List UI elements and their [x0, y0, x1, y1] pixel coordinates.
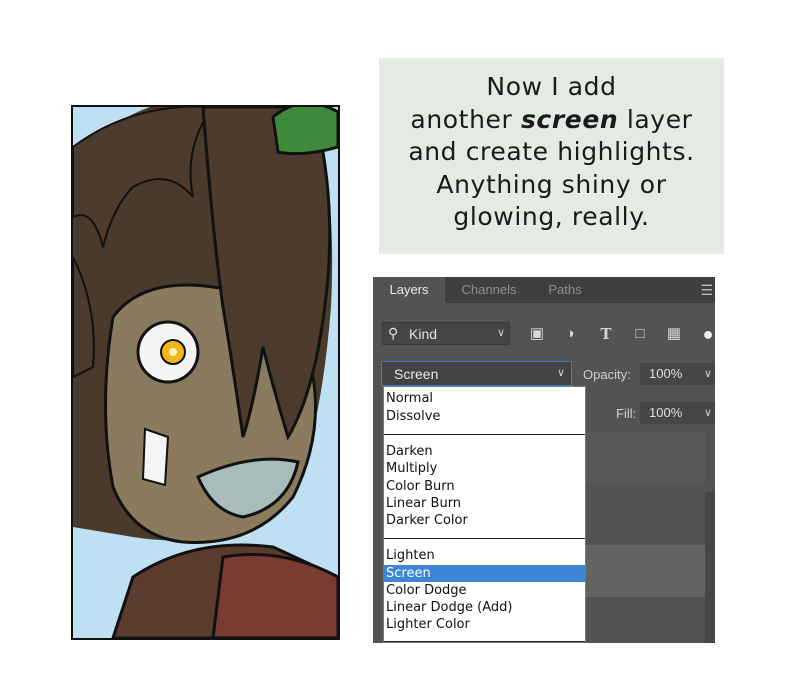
menu-separator — [384, 641, 585, 642]
tab-paths[interactable]: Paths — [533, 277, 597, 303]
adjustment-icon[interactable]: ◑ — [561, 325, 579, 343]
menu-item-lighten[interactable]: Lighten — [384, 547, 585, 564]
filter-kind-label: Kind — [409, 326, 438, 342]
chevron-down-icon: ∨ — [496, 327, 505, 339]
menu-item-normal[interactable]: Normal — [384, 390, 585, 407]
filter-kind-dropdown[interactable]: ⚲ Kind ∨ — [382, 322, 510, 345]
tab-channels[interactable]: Channels — [446, 277, 532, 303]
chevron-down-icon: ∨ — [556, 367, 565, 379]
image-icon[interactable]: ▣ — [528, 325, 546, 343]
chevron-down-icon: ∨ — [703, 368, 712, 380]
caption-line-5: glowing, really. — [453, 202, 650, 232]
menu-item-darker-color[interactable]: Darker Color — [384, 512, 585, 529]
menu-separator — [384, 538, 585, 539]
chevron-down-icon: ∨ — [703, 407, 712, 419]
caption-box: Now I add another screen layer and creat… — [379, 58, 724, 254]
smart-object-icon[interactable]: ▦ — [665, 325, 683, 343]
shape-icon[interactable]: □ — [631, 325, 649, 343]
layers-scrollbar[interactable] — [705, 492, 715, 643]
menu-item-color-dodge[interactable]: Color Dodge — [384, 582, 585, 599]
menu-item-dissolve[interactable]: Dissolve — [384, 408, 585, 425]
caption-line-4: Anything shiny or — [436, 169, 667, 199]
menu-separator — [384, 434, 585, 435]
caption-line-2: another screen layer — [410, 104, 693, 134]
fill-label: Fill: — [616, 406, 637, 421]
search-icon: ⚲ — [388, 325, 399, 341]
menu-item-screen[interactable]: Screen — [384, 565, 585, 582]
panel-menu-icon[interactable]: ☰ — [700, 283, 713, 297]
fill-value: 100% — [649, 405, 683, 420]
opacity-value: 100% — [649, 366, 683, 381]
menu-item-multiply[interactable]: Multiply — [384, 460, 585, 477]
blend-mode-value: Screen — [394, 366, 439, 382]
fill-input[interactable]: 100% ∨ — [640, 402, 715, 424]
menu-item-darken[interactable]: Darken — [384, 443, 585, 460]
caption-emphasis: screen — [520, 104, 619, 134]
caption-line-1: Now I add — [486, 72, 617, 101]
character-illustration — [73, 107, 338, 638]
tab-layers[interactable]: Layers — [373, 277, 445, 303]
menu-item-lighter-color[interactable]: Lighter Color — [384, 616, 585, 633]
menu-item-linear-dodge[interactable]: Linear Dodge (Add) — [384, 599, 585, 616]
menu-item-linear-burn[interactable]: Linear Burn — [384, 495, 585, 512]
filter-toggle-icon[interactable]: ● — [699, 325, 715, 343]
comic-panel-artwork — [71, 105, 340, 640]
menu-item-color-burn[interactable]: Color Burn — [384, 478, 585, 495]
opacity-input[interactable]: 100% ∨ — [640, 363, 715, 385]
type-icon[interactable]: T — [597, 325, 615, 343]
caption-line-3: and create highlights. — [408, 137, 695, 167]
blend-mode-menu: Normal Dissolve Darken Multiply Color Bu… — [383, 386, 586, 643]
panel-tab-bar: Layers Channels Paths ☰ — [373, 277, 715, 303]
opacity-label: Opacity: — [583, 367, 631, 382]
blend-mode-dropdown[interactable]: Screen ∨ — [381, 361, 572, 386]
